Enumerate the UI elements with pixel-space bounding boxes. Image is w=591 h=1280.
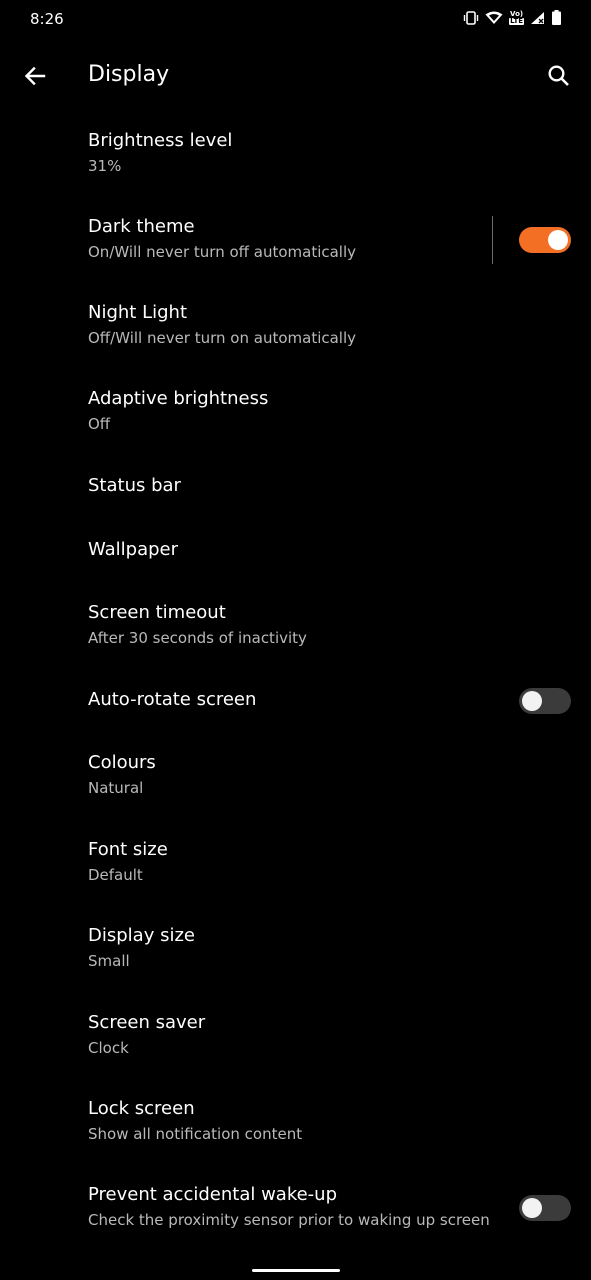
setting-lock-screen[interactable]: Lock screen Show all notification conten… <box>0 1088 591 1168</box>
dark-theme-toggle[interactable] <box>519 227 571 253</box>
setting-prevent-accidental-wake-up[interactable]: Prevent accidental wake-up Check the pro… <box>0 1174 591 1254</box>
setting-summary: Small <box>88 952 130 970</box>
setting-title: Screen timeout <box>88 602 226 623</box>
setting-status-bar[interactable]: Status bar <box>0 466 591 518</box>
app-bar: Display <box>0 50 591 104</box>
setting-title: Brightness level <box>88 130 233 151</box>
setting-title: Night Light <box>88 302 187 323</box>
setting-screen-timeout[interactable]: Screen timeout After 30 seconds of inact… <box>0 592 591 672</box>
status-time: 8:26 <box>30 10 64 28</box>
setting-summary: Check the proximity sensor prior to waki… <box>88 1211 490 1229</box>
setting-night-light[interactable]: Night Light Off/Will never turn on autom… <box>0 292 591 372</box>
auto-rotate-toggle[interactable] <box>519 688 571 714</box>
setting-title: Status bar <box>88 475 181 496</box>
setting-title: Adaptive brightness <box>88 388 269 409</box>
status-icons: Vo) LTE <box>463 10 561 25</box>
setting-summary: Clock <box>88 1039 129 1057</box>
setting-summary: On/Will never turn off automatically <box>88 243 357 261</box>
setting-display-size[interactable]: Display size Small <box>0 915 591 995</box>
search-icon <box>548 65 569 86</box>
setting-title: Auto-rotate screen <box>88 689 257 710</box>
setting-auto-rotate-screen[interactable]: Auto-rotate screen <box>0 680 591 732</box>
setting-title: Colours <box>88 752 156 773</box>
setting-summary: Natural <box>88 779 144 797</box>
setting-dark-theme[interactable]: Dark theme On/Will never turn off automa… <box>0 206 591 286</box>
setting-title: Dark theme <box>88 216 195 237</box>
vibrate-icon <box>463 10 479 25</box>
gesture-nav-handle[interactable] <box>252 1269 340 1272</box>
search-button[interactable] <box>546 63 572 89</box>
setting-summary: Default <box>88 866 143 884</box>
toggle-thumb <box>548 230 568 250</box>
setting-title: Prevent accidental wake-up <box>88 1184 338 1205</box>
lte-label: LTE <box>509 16 524 25</box>
battery-icon <box>552 10 561 25</box>
setting-title: Wallpaper <box>88 539 179 560</box>
wifi-icon <box>485 11 503 25</box>
setting-title: Screen saver <box>88 1012 206 1033</box>
signal-icon <box>530 11 546 25</box>
toggle-thumb <box>522 1198 542 1218</box>
setting-adaptive-brightness[interactable]: Adaptive brightness Off <box>0 378 591 458</box>
volte-lte-icon: Vo) LTE <box>509 10 524 25</box>
setting-font-size[interactable]: Font size Default <box>0 829 591 909</box>
toggle-thumb <box>522 691 542 711</box>
setting-brightness-level[interactable]: Brightness level 31% <box>0 120 591 200</box>
setting-summary: Off/Will never turn on automatically <box>88 329 357 347</box>
back-button[interactable] <box>22 63 48 89</box>
setting-summary: Off <box>88 415 111 433</box>
setting-summary: 31% <box>88 157 122 175</box>
setting-screen-saver[interactable]: Screen saver Clock <box>0 1002 591 1082</box>
setting-summary: After 30 seconds of inactivity <box>88 629 307 647</box>
page-title: Display <box>88 62 170 87</box>
arrow-left-icon <box>24 66 46 86</box>
setting-summary: Show all notification content <box>88 1125 303 1143</box>
status-bar: 8:26 Vo) LTE <box>0 0 591 40</box>
prevent-wake-up-toggle[interactable] <box>519 1195 571 1221</box>
setting-title: Display size <box>88 925 195 946</box>
divider <box>492 216 493 264</box>
setting-title: Font size <box>88 839 168 860</box>
setting-title: Lock screen <box>88 1098 195 1119</box>
setting-wallpaper[interactable]: Wallpaper <box>0 530 591 582</box>
setting-colours[interactable]: Colours Natural <box>0 742 591 822</box>
